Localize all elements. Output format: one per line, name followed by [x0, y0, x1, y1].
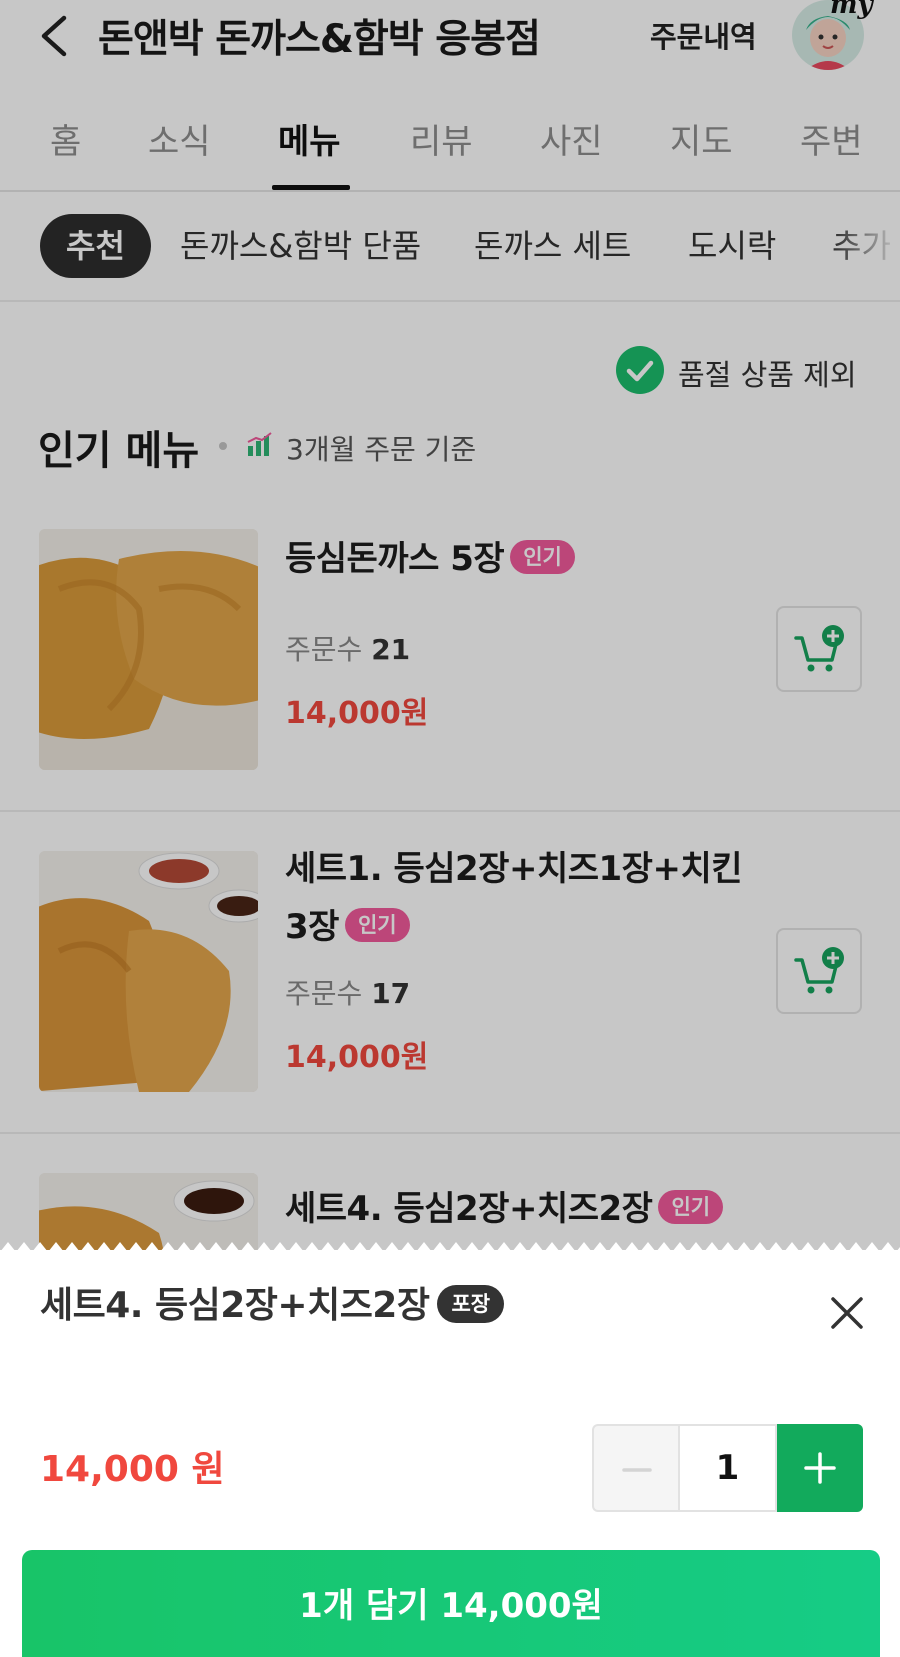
- quantity-stepper: 1: [592, 1424, 863, 1512]
- plus-icon: [804, 1452, 836, 1484]
- sheet-title-text: 세트4. 등심2장+치즈2장: [40, 1285, 430, 1326]
- decrease-quantity-button[interactable]: [592, 1424, 678, 1512]
- quantity-value[interactable]: 1: [678, 1424, 777, 1512]
- add-to-cart-submit-button[interactable]: 1개 담기 14,000원: [22, 1550, 880, 1657]
- sheet-zigzag-edge: [0, 1242, 900, 1252]
- minus-icon: [622, 1468, 652, 1472]
- increase-quantity-button[interactable]: [777, 1424, 863, 1512]
- takeout-badge: 포장: [437, 1285, 505, 1323]
- close-icon[interactable]: [826, 1292, 868, 1334]
- option-bottom-sheet: 세트4. 등심2장+치즈2장 포장 14,000 원 1 1개 담기 14,000…: [0, 1250, 900, 1657]
- menu-page: 돈앤박 돈까스&함박 응봉점 주문내역 my 홈 소식 메뉴 리뷰 사진 지도 …: [0, 0, 900, 1657]
- sheet-title: 세트4. 등심2장+치즈2장 포장: [40, 1276, 505, 1328]
- sheet-price: 14,000 원: [40, 1449, 225, 1490]
